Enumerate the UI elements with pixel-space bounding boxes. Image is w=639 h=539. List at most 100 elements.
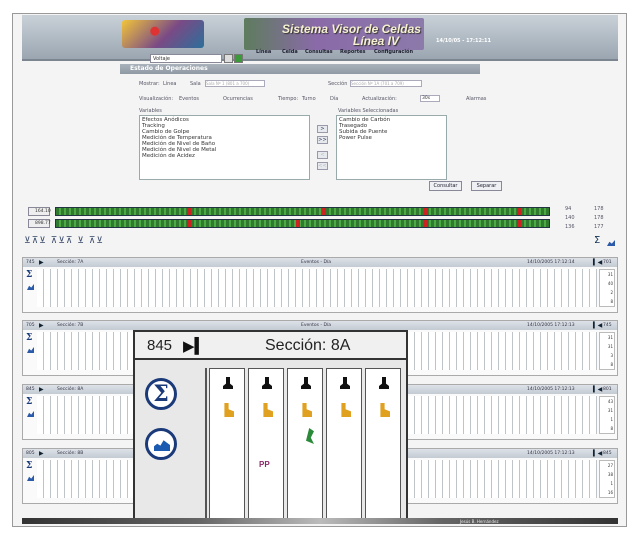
section-timestamp: 14/10/2005 17:12:14 [527,260,575,265]
meter-side-1: 94 [565,206,572,212]
actualizacion-select[interactable]: 30s [420,95,440,102]
variable-select[interactable]: Voltaje [150,54,222,63]
section-histogram-icon[interactable] [27,411,34,417]
consultar-button[interactable]: Consultar [429,181,462,191]
zoom-cell-column[interactable] [248,368,284,520]
radio-linea[interactable]: Línea [163,81,176,87]
radio-sala[interactable]: Sala [190,81,201,87]
variables-list[interactable]: Efectos Anódicos Tracking Cambio de Golpe M… [139,115,310,180]
move-right-button[interactable]: > [317,125,328,133]
sum-icon[interactable]: Σ [594,235,600,246]
alarm-marker [187,208,191,215]
carbon-change-icon [262,377,272,389]
prev-section-icon[interactable]: ▍◀ [593,258,602,267]
prev-section-icon[interactable]: ▍◀ [593,385,602,394]
section-mode: Eventos - Día [301,323,331,328]
next-section-icon[interactable]: ▶ [39,385,44,394]
section-end-number: 801 [603,387,612,392]
section-histogram-icon[interactable] [27,347,34,353]
carbon-change-icon [223,377,233,389]
variables-label: Variables [139,108,162,114]
section-sum-icon[interactable]: Σ [26,270,32,280]
zoom-cell-column[interactable] [287,368,323,520]
alarm-marker [517,208,521,215]
voltage-meter-1 [55,207,550,216]
summary-value: 8 [610,426,613,431]
menu-reportes[interactable]: Reportes [340,49,365,55]
next-section-icon[interactable]: ▶ [39,258,44,267]
meter-label-1: 164.10 [28,207,51,216]
meter-side-2: 140 [565,215,575,221]
menu-celda[interactable]: Celda [282,49,298,55]
section-histogram-icon[interactable] [27,284,34,290]
voltage-meter-2 [55,219,550,228]
prev-section-icon[interactable]: ▍◀ [593,449,602,458]
zoom-cell-column[interactable] [209,368,245,520]
section-name: Sección: 8B [57,451,84,456]
play-button[interactable] [234,54,243,63]
move-all-right-button[interactable]: >> [317,136,328,144]
prev-section-icon[interactable]: ▍◀ [593,321,602,330]
carbon-change-icon [301,377,311,389]
alarmas-checkbox[interactable]: Alarmas [466,96,486,102]
section-name: Sección: 8A [57,387,84,392]
next-section-icon[interactable]: ▶ [39,449,44,458]
alarm-marker [322,208,326,215]
cell-row[interactable] [37,269,597,307]
zoom-next-icon[interactable]: ▶▍ [183,337,206,355]
alarm-marker [187,220,191,227]
seccion-select[interactable]: Sección Nº 1A (701 a 709) [350,80,422,87]
section-summary: 31 31 3 8 [599,332,615,370]
zoom-cell-column[interactable] [365,368,401,520]
section-sum-icon[interactable]: Σ [26,397,32,407]
separar-button[interactable]: Separar [471,181,502,191]
footer-bar [22,518,618,524]
zoom-section-title: Sección: 8A [265,337,351,354]
select-dropdown-button[interactable] [224,54,233,63]
meter-label-2: 898.77 [28,219,51,228]
summary-value: 8 [610,299,613,304]
meter-side-3: 136 [565,224,575,230]
selected-variable-item[interactable]: Power Pulse [339,135,444,141]
section-sum-icon[interactable]: Σ [26,461,32,471]
section-summary: 27 38 1 16 [599,460,615,498]
zoom-cell-column[interactable] [326,368,362,520]
zoom-callout: 845 ▶▍ Sección: 8A Σ PP [133,330,408,524]
selected-variables-label: Variables Seleccionadas [338,108,399,114]
pour-icon [302,403,312,417]
menu-configuracion[interactable]: Configuración [374,49,413,55]
variable-item[interactable]: Medición de Acidez [142,153,307,159]
menu-consultas[interactable]: Consultas [305,49,333,55]
move-all-left-button[interactable]: << [317,162,328,170]
alarm-marker [424,208,428,215]
header-datetime: 14/10/05 - 17:12:11 [436,38,491,44]
summary-value: 3 [610,353,613,358]
section-sum-icon[interactable]: Σ [26,333,32,343]
alarm-marker [296,220,300,227]
brand-logo [122,20,204,48]
sala-select[interactable]: Sala Nº 1 (801 a 700) [205,80,265,87]
move-left-button[interactable]: < [317,151,328,159]
summary-value: 27 [607,463,613,468]
radio-seccion[interactable]: Sección [328,81,347,87]
selected-variables-list[interactable]: Cambio de Carbón Trasegado Subida de Puent… [336,115,447,180]
section-summary: 43 31 1 8 [599,396,615,434]
radio-turno[interactable]: Turno [302,96,316,102]
zoom-histogram-icon[interactable] [145,428,177,460]
radio-dia[interactable]: Día [330,96,338,102]
radio-ocurrencias[interactable]: Ocurrencias [223,96,253,102]
view-toolbar[interactable]: ⊻⊼⊻ ⊼⊻⊼ ⊻ ⊼⊻ [24,236,104,246]
section-histogram-icon[interactable] [27,475,34,481]
menu-linea[interactable]: Línea [256,49,271,55]
summary-value: 31 [607,335,613,340]
radio-eventos[interactable]: Eventos [179,96,199,102]
next-section-icon[interactable]: ▶ [39,321,44,330]
section-number: 845 [26,387,35,392]
footer-user: Jesús B. Hernández [460,519,499,524]
mostrar-label: Mostrar: [139,81,160,87]
summary-value: 1 [610,417,613,422]
zoom-sum-icon[interactable]: Σ [145,378,177,410]
summary-value: 31 [607,272,613,277]
section-header: 705 ▶ Sección: 7B Eventos - Día 14/10/2005 1… [23,321,617,330]
app-subtitle: Línea IV [353,34,400,48]
